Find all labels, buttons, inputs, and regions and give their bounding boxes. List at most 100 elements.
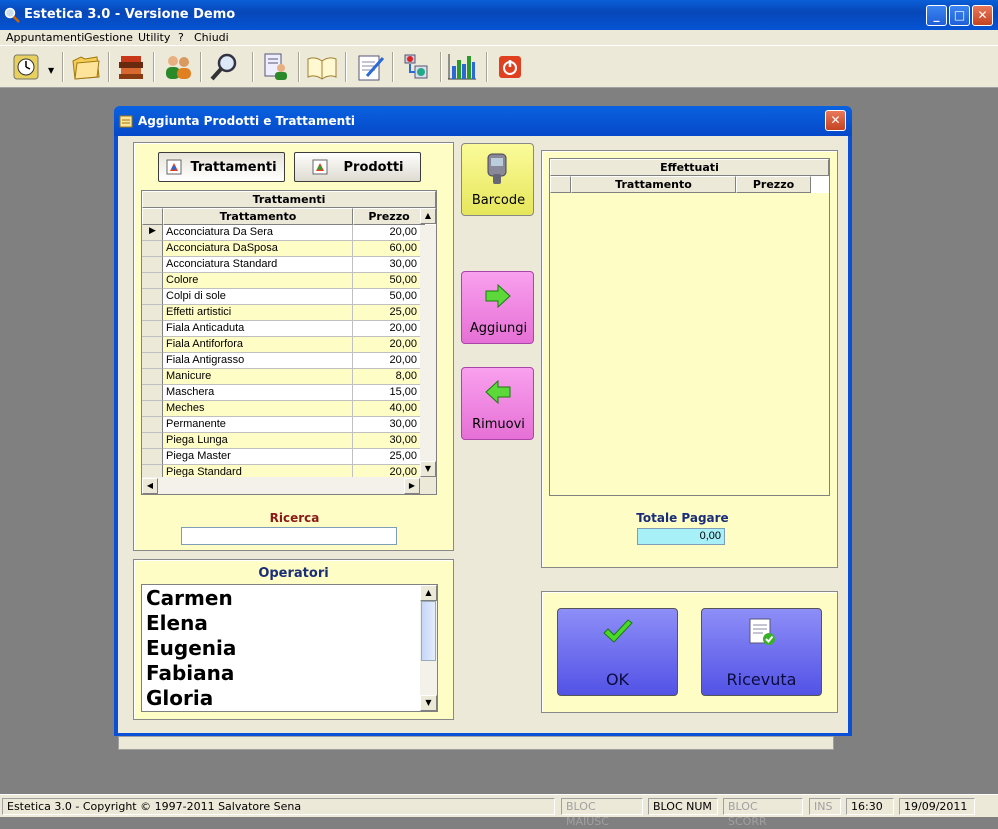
cell-prezzo[interactable]: 30,00 [353,257,420,273]
cell-trattamento[interactable]: Fiala Anticaduta [163,321,353,337]
cell-prezzo[interactable]: 15,00 [353,385,420,401]
tab-trattamenti[interactable]: Trattamenti [158,152,285,182]
performed-column-trattamento[interactable]: Trattamento [571,176,736,193]
cell-trattamento[interactable]: Meches [163,401,353,417]
horizontal-scrollbar[interactable] [142,477,420,494]
cell-prezzo[interactable]: 20,00 [353,353,420,369]
cell-prezzo[interactable]: 20,00 [353,465,420,477]
receipt-button[interactable]: Ricevuta [701,608,822,696]
row-indicator[interactable] [142,369,163,385]
menu-gestione[interactable]: Gestione [84,31,133,44]
operator-item[interactable]: Gloria [146,686,416,711]
row-indicator[interactable] [142,401,163,417]
table-row[interactable]: Piega Master 25,00 [142,449,421,465]
operators-scroll-thumb[interactable] [421,601,436,661]
row-indicator[interactable] [142,417,163,433]
clock-tool-button[interactable] [8,51,44,83]
remove-button[interactable]: Rimuovi [461,367,534,440]
performed-column-prezzo[interactable]: Prezzo [736,176,811,193]
document-tool-button[interactable] [352,51,388,83]
row-indicator[interactable] [142,465,163,477]
cell-trattamento[interactable]: Manicure [163,369,353,385]
exit-tool-button[interactable] [492,51,528,83]
menu-help[interactable]: ? [178,31,184,44]
table-row[interactable]: Permanente 30,00 [142,417,421,433]
menu-utility[interactable]: Utility [138,31,170,44]
cell-trattamento[interactable]: Fiala Antigrasso [163,353,353,369]
cell-trattamento[interactable]: Maschera [163,385,353,401]
table-row[interactable]: Fiala Antigrasso 20,00 [142,353,421,369]
table-row[interactable]: Acconciatura Standard 30,00 [142,257,421,273]
table-row[interactable]: Colore 50,00 [142,273,421,289]
row-indicator[interactable] [142,305,163,321]
ok-button[interactable]: OK [557,608,678,696]
cell-trattamento[interactable]: Colpi di sole [163,289,353,305]
scroll-up-arrow[interactable]: ▲ [420,208,436,224]
operators-scroll-down[interactable]: ▼ [420,695,437,711]
barcode-button[interactable]: Barcode [461,143,534,216]
scroll-left-arrow[interactable]: ◀ [142,478,158,494]
cell-prezzo[interactable]: 30,00 [353,417,420,433]
agenda-tool-button[interactable] [304,51,340,83]
row-indicator[interactable] [142,353,163,369]
cell-trattamento[interactable]: Acconciatura DaSposa [163,241,353,257]
row-indicator[interactable] [142,337,163,353]
cell-prezzo[interactable]: 50,00 [353,273,420,289]
operator-item[interactable]: Eugenia [146,636,416,661]
chevron-down-icon[interactable]: ▼ [48,66,54,75]
cell-prezzo[interactable]: 40,00 [353,401,420,417]
table-row[interactable]: Fiala Anticaduta 20,00 [142,321,421,337]
cell-prezzo[interactable]: 25,00 [353,449,420,465]
operator-item[interactable]: Elena [146,611,416,636]
search-input[interactable] [181,527,397,545]
table-row[interactable]: Meches 40,00 [142,401,421,417]
row-indicator[interactable] [142,449,163,465]
cell-prezzo[interactable]: 8,00 [353,369,420,385]
table-row[interactable]: Piega Standard 20,00 [142,465,421,477]
close-button[interactable]: ✕ [972,5,993,26]
row-indicator[interactable] [142,321,163,337]
operator-item[interactable]: Fabiana [146,661,416,686]
table-row[interactable]: Acconciatura DaSposa 60,00 [142,241,421,257]
cell-trattamento[interactable]: Piega Master [163,449,353,465]
search-tool-button[interactable] [206,51,242,83]
cell-prezzo[interactable]: 30,00 [353,433,420,449]
cell-trattamento[interactable]: Fiala Antiforfora [163,337,353,353]
products-tool-button[interactable] [113,51,149,83]
table-row[interactable]: Fiala Antiforfora 20,00 [142,337,421,353]
cell-trattamento[interactable]: Permanente [163,417,353,433]
cell-trattamento[interactable]: Colore [163,273,353,289]
maximize-button[interactable]: □ [949,5,970,26]
operators-scroll-up[interactable]: ▲ [420,585,437,601]
table-row[interactable]: Effetti artistici 25,00 [142,305,421,321]
cell-trattamento[interactable]: Piega Standard [163,465,353,477]
row-indicator[interactable] [142,385,163,401]
table-row[interactable]: Maschera 15,00 [142,385,421,401]
add-button[interactable]: Aggiungi [461,271,534,344]
menu-chiudi[interactable]: Chiudi [194,31,229,44]
clients-tool-button[interactable] [160,51,196,83]
backup-tool-button[interactable] [398,51,434,83]
cell-prezzo[interactable]: 20,00 [353,321,420,337]
statistics-tool-button[interactable] [444,51,480,83]
operator-tool-button[interactable] [258,51,294,83]
row-indicator[interactable]: ▶ [142,225,163,241]
cell-trattamento[interactable]: Acconciatura Standard [163,257,353,273]
cell-trattamento[interactable]: Acconciatura Da Sera [163,225,353,241]
scroll-down-arrow[interactable]: ▼ [420,461,436,477]
vertical-scrollbar[interactable] [420,225,436,477]
row-indicator[interactable] [142,433,163,449]
dialog-close-button[interactable]: ✕ [825,110,846,131]
table-row[interactable]: Piega Lunga 30,00 [142,433,421,449]
minimize-button[interactable]: _ [926,5,947,26]
table-row[interactable]: Manicure 8,00 [142,369,421,385]
table-row[interactable]: ▶ Acconciatura Da Sera 20,00 [142,225,421,241]
cell-prezzo[interactable]: 20,00 [353,225,420,241]
column-header-prezzo[interactable]: Prezzo [353,208,425,225]
column-header-trattamento[interactable]: Trattamento [163,208,353,225]
menu-appuntamenti[interactable]: Appuntamenti [6,31,84,44]
row-indicator[interactable] [142,273,163,289]
operator-item[interactable]: Carmen [146,586,416,611]
cell-trattamento[interactable]: Piega Lunga [163,433,353,449]
tab-prodotti[interactable]: Prodotti [294,152,421,182]
